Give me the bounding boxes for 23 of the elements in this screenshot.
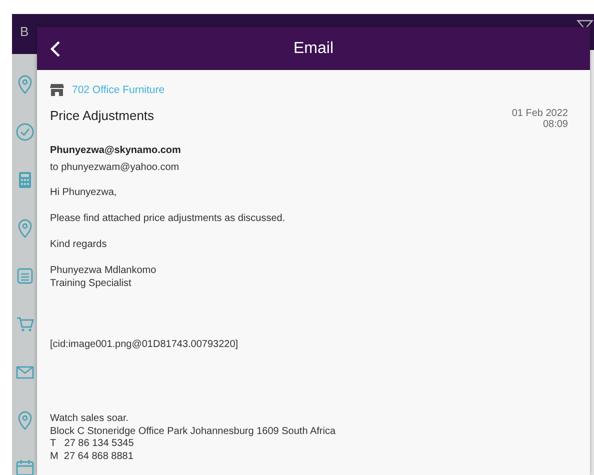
email-time: 08:09 [542,119,568,130]
body-text: Watch sales soar. [50,413,130,426]
calendar-icon[interactable] [15,458,35,475]
body-text: Please find attached price adjustments as discussed. [50,212,286,225]
recipient-address: to phunyezwam@yahoo.com [50,162,180,173]
sender-address: Phunyezwa@skynamo.com [50,145,182,156]
email-date: 01 Feb 2022 [512,108,568,119]
body-text: M 27 64 868 8881 [50,450,134,463]
account-link[interactable]: 702 Office Furniture [72,84,165,96]
image-reference: [cid:image001.png@01D81743.00793220] [50,338,240,351]
check-circle-icon[interactable] [15,122,35,142]
back-button[interactable] [49,38,63,58]
body-text: Block C Stoneridge Office Park Johannesburg 1609 South Africa [50,426,337,438]
body-text: Kind regards [50,238,108,251]
email-subject: Price Adjustments [50,108,154,123]
body-text: Hi Phunyezwa, [50,186,118,199]
back-label: B [20,24,29,39]
body-text: Phunyezwa Mdlankomo [50,264,158,277]
window-title: Email [293,40,334,56]
list-icon[interactable] [15,266,35,286]
body-text: T 27 86 134 5345 [50,438,135,450]
body-text: Training Specialist [50,277,132,290]
store-icon [50,84,64,96]
